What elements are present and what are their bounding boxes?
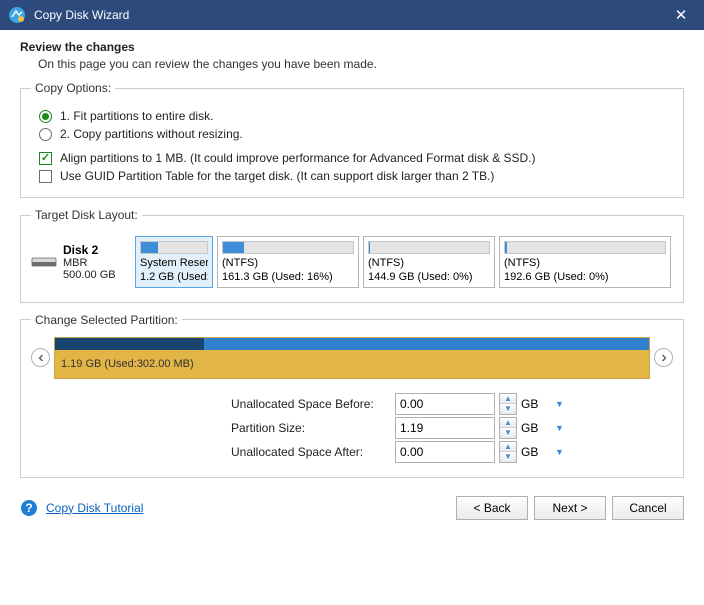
checkbox-icon: ✓	[39, 152, 52, 165]
after-spinner[interactable]: ▲▼	[499, 441, 517, 463]
target-disk-layout-group: Target Disk Layout: Disk 2 MBR 500.00 GB…	[20, 208, 684, 303]
partition-detail: 144.9 GB (Used: 0%)	[368, 271, 490, 285]
cancel-button[interactable]: Cancel	[612, 496, 684, 520]
partition-size-input[interactable]	[395, 417, 495, 439]
radio-copy-without-resize[interactable]: 2. Copy partitions without resizing.	[39, 127, 665, 141]
back-button[interactable]: < Back	[456, 496, 528, 520]
partition-name: (NTFS)	[504, 257, 666, 271]
change-selected-partition-group: Change Selected Partition: 1.19 GB (Used…	[20, 313, 684, 478]
change-partition-legend: Change Selected Partition:	[31, 313, 182, 327]
wizard-header: Review the changes On this page you can …	[0, 30, 704, 77]
copy-options-legend: Copy Options:	[31, 81, 115, 95]
checkbox-label: Use GUID Partition Table for the target …	[60, 169, 494, 183]
size-spinner[interactable]: ▲▼	[499, 417, 517, 439]
partition-usage-bar	[140, 241, 208, 254]
partition-usage-bar	[368, 241, 490, 254]
partition-usage-bar	[504, 241, 666, 254]
unallocated-before-input[interactable]	[395, 393, 495, 415]
partition-name: (NTFS)	[368, 257, 490, 271]
used-segment	[55, 338, 204, 350]
unit-dropdown-icon[interactable]: ▼	[553, 423, 577, 433]
tutorial-link[interactable]: Copy Disk Tutorial	[46, 501, 143, 515]
radio-label: 2. Copy partitions without resizing.	[60, 127, 243, 141]
copy-options-group: Copy Options: 1. Fit partitions to entir…	[20, 81, 684, 198]
scroll-left-button[interactable]	[31, 348, 50, 367]
unit-label: GB	[521, 421, 549, 435]
partition-name: (NTFS)	[222, 257, 354, 271]
partition-cell[interactable]: (NTFS)192.6 GB (Used: 0%)	[499, 236, 671, 288]
size-label: Partition Size:	[231, 421, 391, 435]
page-title: Review the changes	[20, 40, 684, 54]
partition-detail: 1.2 GB (Used:	[140, 271, 208, 285]
footer: ? Copy Disk Tutorial < Back Next > Cance…	[0, 488, 704, 530]
before-label: Unallocated Space Before:	[231, 397, 391, 411]
disk-type: MBR	[63, 257, 116, 269]
disk-name: Disk 2	[63, 243, 116, 257]
partition-cell[interactable]: (NTFS)144.9 GB (Used: 0%)	[363, 236, 495, 288]
partition-detail: 192.6 GB (Used: 0%)	[504, 271, 666, 285]
window-title: Copy Disk Wizard	[34, 8, 666, 22]
scroll-right-button[interactable]	[654, 348, 673, 367]
partition-cell[interactable]: System Reser1.2 GB (Used:	[135, 236, 213, 288]
free-segment	[204, 338, 650, 350]
next-button[interactable]: Next >	[534, 496, 606, 520]
disk-icon	[31, 253, 57, 271]
close-icon[interactable]: ✕	[666, 6, 696, 24]
partition-slider[interactable]: 1.19 GB (Used:302.00 MB)	[54, 337, 650, 379]
titlebar: Copy Disk Wizard ✕	[0, 0, 704, 30]
partition-size-form: Unallocated Space Before: ▲▼ GB ▼ Partit…	[231, 393, 673, 463]
partition-usage-bar	[222, 241, 354, 254]
partition-cell[interactable]: (NTFS)161.3 GB (Used: 16%)	[217, 236, 359, 288]
checkbox-label: Align partitions to 1 MB. (It could impr…	[60, 151, 536, 165]
partition-slider-label: 1.19 GB (Used:302.00 MB)	[55, 350, 649, 370]
checkbox-icon	[39, 170, 52, 183]
unit-label: GB	[521, 445, 549, 459]
partition-name: System Reser	[140, 257, 208, 271]
unit-dropdown-icon[interactable]: ▼	[553, 399, 577, 409]
after-label: Unallocated Space After:	[231, 445, 391, 459]
radio-icon	[39, 110, 52, 123]
radio-icon	[39, 128, 52, 141]
help-icon[interactable]: ?	[20, 499, 38, 517]
page-subtitle: On this page you can review the changes …	[20, 57, 684, 71]
disk-row: Disk 2 MBR 500.00 GB System Reser1.2 GB …	[31, 232, 673, 292]
app-icon	[8, 6, 26, 24]
checkbox-use-guid[interactable]: Use GUID Partition Table for the target …	[39, 169, 665, 183]
svg-text:?: ?	[25, 501, 32, 515]
partition-detail: 161.3 GB (Used: 16%)	[222, 271, 354, 285]
disk-size: 500.00 GB	[63, 269, 116, 281]
radio-fit-partitions[interactable]: 1. Fit partitions to entire disk.	[39, 109, 665, 123]
unit-dropdown-icon[interactable]: ▼	[553, 447, 577, 457]
unit-label: GB	[521, 397, 549, 411]
unallocated-after-input[interactable]	[395, 441, 495, 463]
radio-label: 1. Fit partitions to entire disk.	[60, 109, 213, 123]
disk-info: Disk 2 MBR 500.00 GB	[31, 236, 131, 288]
checkbox-align-partitions[interactable]: ✓ Align partitions to 1 MB. (It could im…	[39, 151, 665, 165]
target-layout-legend: Target Disk Layout:	[31, 208, 142, 222]
before-spinner[interactable]: ▲▼	[499, 393, 517, 415]
